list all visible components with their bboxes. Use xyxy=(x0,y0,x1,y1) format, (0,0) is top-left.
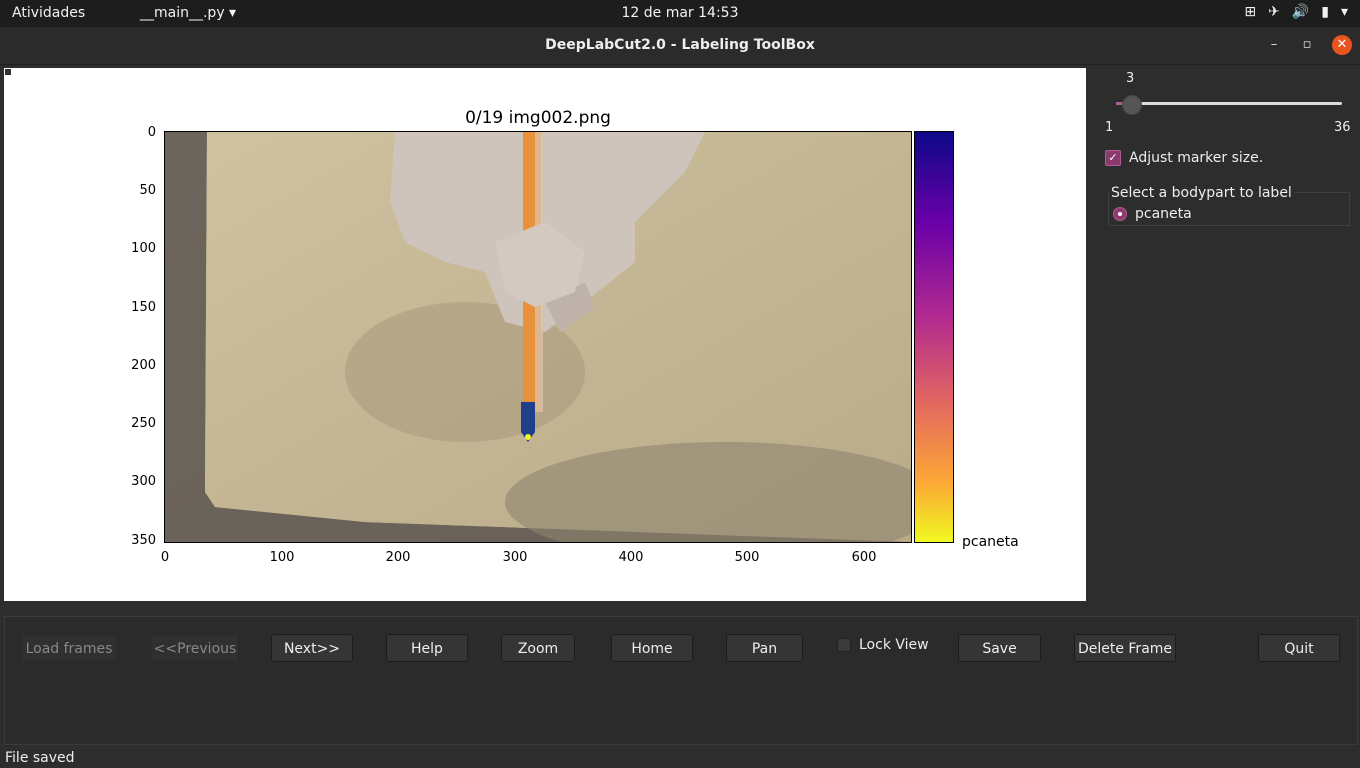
x-tick-label: 100 xyxy=(269,550,295,565)
bodypart-label: pcaneta xyxy=(1135,206,1192,222)
delete-frame-button[interactable]: Delete Frame xyxy=(1074,634,1176,662)
adjust-marker-size-checkbox[interactable]: ✓ Adjust marker size. xyxy=(1105,150,1263,166)
airplane-icon[interactable]: ✈ xyxy=(1268,4,1280,20)
plot-canvas[interactable]: 0/19 img002.png 0 50 100 150 200 250 300… xyxy=(4,68,1086,601)
x-tick-label: 200 xyxy=(385,550,411,565)
y-tick-label: 0 xyxy=(147,125,156,140)
control-panel: 3 1 36 ✓ Adjust marker size. Select a bo… xyxy=(1090,68,1360,608)
bodypart-group-title: Select a bodypart to label xyxy=(1109,185,1294,201)
x-tick-label: 0 xyxy=(160,550,170,565)
label-marker[interactable] xyxy=(525,434,531,440)
status-bar-text: File saved xyxy=(5,750,75,766)
bodypart-radio-pcaneta[interactable]: pcaneta xyxy=(1113,206,1192,222)
x-tick-label: 500 xyxy=(734,550,760,565)
save-button[interactable]: Save xyxy=(958,634,1041,662)
lock-view-label: Lock View xyxy=(859,637,929,653)
y-tick-label: 250 xyxy=(131,416,156,431)
y-tick-label: 100 xyxy=(131,241,156,256)
system-topbar: Atividades __main__.py ▾ 12 de mar 14:53… xyxy=(0,0,1360,27)
clock[interactable]: 12 de mar 14:53 xyxy=(0,5,1360,21)
x-tick-label: 600 xyxy=(851,550,877,565)
system-tray[interactable]: ⊞ ✈ 🔊 ▮ ▾ xyxy=(1244,4,1348,20)
previous-button[interactable]: <<Previous xyxy=(151,634,239,662)
frame-photo xyxy=(165,132,911,542)
window-title: DeepLabCut2.0 - Labeling ToolBox xyxy=(545,37,815,53)
plot-title: 0/19 img002.png xyxy=(465,108,611,128)
marker-size-slider-track[interactable] xyxy=(1116,102,1342,105)
window-titlebar: DeepLabCut2.0 - Labeling ToolBox – ▫ ✕ xyxy=(0,27,1360,65)
slider-max-label: 36 xyxy=(1334,120,1351,135)
network-icon[interactable]: ⊞ xyxy=(1244,4,1256,20)
marker-size-value: 3 xyxy=(1126,71,1135,86)
pan-button[interactable]: Pan xyxy=(726,634,803,662)
colorbar-label: pcaneta xyxy=(962,534,1019,550)
x-tick-label: 400 xyxy=(618,550,644,565)
quit-button[interactable]: Quit xyxy=(1258,634,1340,662)
y-tick-label: 200 xyxy=(131,358,156,373)
adjust-marker-size-label: Adjust marker size. xyxy=(1129,150,1264,166)
canvas-corner-marker xyxy=(5,69,11,75)
battery-icon[interactable]: ▮ xyxy=(1321,4,1329,20)
zoom-button[interactable]: Zoom xyxy=(501,634,575,662)
bodypart-group: Select a bodypart to label pcaneta xyxy=(1108,185,1350,226)
checkbox-unchecked-icon[interactable] xyxy=(837,638,851,652)
slider-min-label: 1 xyxy=(1105,120,1114,135)
colorbar xyxy=(914,131,954,543)
radio-selected-icon[interactable] xyxy=(1113,207,1127,221)
maximize-button[interactable]: ▫ xyxy=(1297,35,1317,55)
y-tick-label: 350 xyxy=(131,533,156,548)
button-panel: Load frames <<Previous Next>> Help Zoom … xyxy=(4,616,1358,745)
load-frames-button[interactable]: Load frames xyxy=(21,634,117,662)
x-tick-label: 300 xyxy=(502,550,528,565)
frame-image[interactable] xyxy=(164,131,912,543)
minimize-button[interactable]: – xyxy=(1264,35,1284,55)
y-tick-label: 50 xyxy=(139,183,156,198)
help-button[interactable]: Help xyxy=(386,634,468,662)
marker-size-slider-handle[interactable] xyxy=(1122,95,1142,115)
volume-icon[interactable]: 🔊 xyxy=(1292,4,1309,20)
checkmark-icon[interactable]: ✓ xyxy=(1105,150,1121,166)
home-button[interactable]: Home xyxy=(611,634,693,662)
y-tick-label: 150 xyxy=(131,300,156,315)
close-button[interactable]: ✕ xyxy=(1332,35,1352,55)
menu-arrow-icon[interactable]: ▾ xyxy=(1341,4,1348,20)
next-button[interactable]: Next>> xyxy=(271,634,353,662)
y-tick-label: 300 xyxy=(131,474,156,489)
lock-view-checkbox[interactable]: Lock View xyxy=(837,637,929,653)
